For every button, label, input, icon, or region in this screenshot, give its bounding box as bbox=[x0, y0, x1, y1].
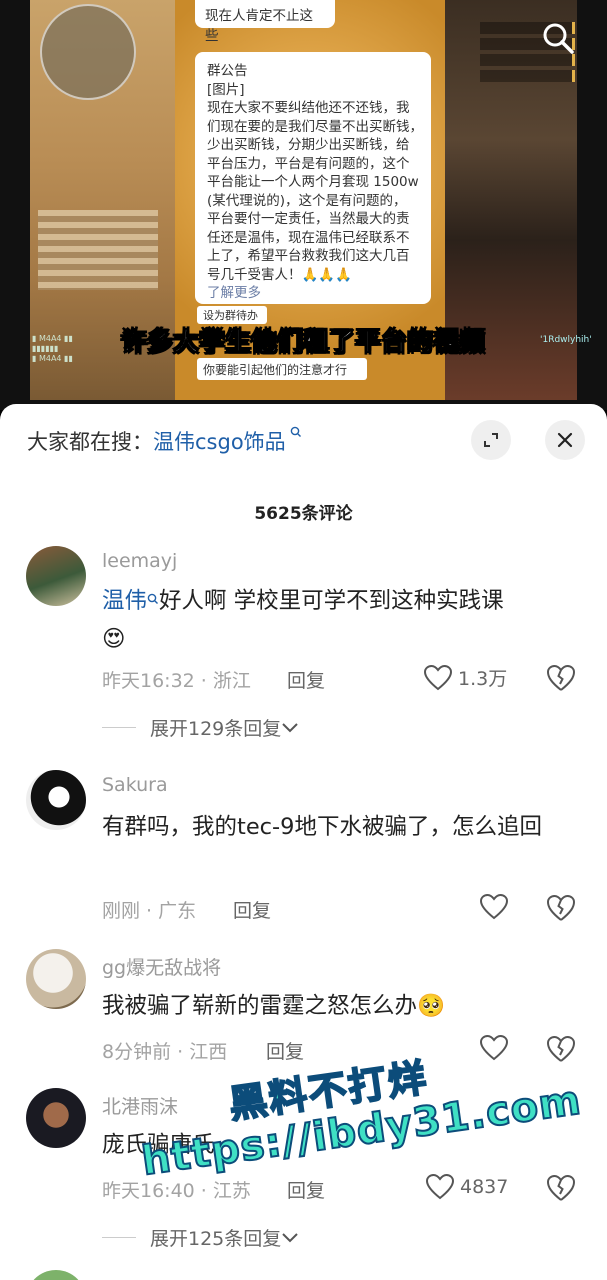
comment-username[interactable]: gg爆无敌战将 bbox=[102, 953, 221, 980]
dislike-button[interactable] bbox=[546, 1035, 576, 1065]
expand-button[interactable] bbox=[471, 420, 511, 460]
notice-line: 平台要付一定责任，当然最大的责 bbox=[207, 211, 410, 227]
group-notice: 群公告 [图片] 现在大家不要纠结他还不还钱，我 们现在要的是我们尽量不出买断钱… bbox=[195, 52, 431, 304]
broken-heart-icon bbox=[546, 664, 576, 691]
comment-meta: 刚刚 · 广东 bbox=[102, 900, 197, 922]
comment-text: 有群吗，我的tec-9地下水被骗了，怎么追回 bbox=[102, 814, 542, 840]
reply-button[interactable]: 回复 bbox=[287, 666, 325, 693]
notice-line: 少出买断钱，分期少出买断钱，给 bbox=[207, 137, 410, 153]
close-button[interactable] bbox=[545, 420, 585, 460]
notice-line: 任还是温伟，现在温伟已经联系不 bbox=[207, 229, 410, 246]
comment-username[interactable]: leemayj bbox=[102, 550, 177, 572]
broken-heart-icon bbox=[546, 894, 576, 921]
chat-bubble-bottom: 你要能引起他们的注意才行 bbox=[197, 358, 367, 380]
trending-search[interactable]: 大家都在搜：温伟csgo饰品 bbox=[27, 426, 302, 456]
dislike-button[interactable] bbox=[546, 1174, 576, 1204]
chat-bubble-top: 现在人肯定不止这些 bbox=[195, 0, 335, 44]
notice-line: 平台能让一个人两个月套现 1500w bbox=[207, 174, 419, 190]
broken-heart-icon bbox=[546, 1174, 576, 1201]
like-count: 1.3万 bbox=[458, 668, 508, 690]
avatar[interactable] bbox=[26, 949, 86, 1009]
dislike-button[interactable] bbox=[546, 664, 576, 694]
minimap bbox=[40, 4, 136, 100]
notice-line: 现在大家不要纠结他还不还钱，我 bbox=[207, 100, 410, 116]
like-button[interactable] bbox=[480, 894, 508, 920]
avatar[interactable] bbox=[26, 1088, 86, 1148]
chevron-down-icon bbox=[282, 722, 298, 732]
comment-text: 温伟 好人啊 学校里可学不到这种实践课 😍 bbox=[102, 588, 504, 652]
notice-line: 们现在要的是我们尽量不出买断钱， bbox=[207, 118, 423, 135]
close-icon bbox=[557, 432, 573, 448]
comment-text: 我被骗了崭新的雷霆之怒怎么办🥺 bbox=[102, 993, 446, 1019]
search-icon[interactable] bbox=[540, 20, 576, 56]
comment-meta: 8分钟前 · 江西 bbox=[102, 1041, 228, 1063]
like-count: 4837 bbox=[460, 1176, 509, 1198]
notice-line: 平台压力，平台是有问题的，这个 bbox=[207, 155, 410, 172]
notice-line: [图片] bbox=[207, 81, 245, 98]
comment-username[interactable]: Sakura bbox=[102, 774, 168, 796]
avatar[interactable] bbox=[26, 546, 86, 606]
chevron-down-icon bbox=[282, 1232, 298, 1242]
reply-button[interactable]: 回复 bbox=[287, 1176, 325, 1203]
search-prefix: 大家都在搜： bbox=[27, 430, 153, 454]
video-subtitle: 许多大学生他们租了平台的视频 bbox=[121, 327, 486, 357]
reply-button[interactable]: 回复 bbox=[266, 1037, 304, 1064]
search-small-icon bbox=[286, 426, 302, 442]
notice-more-link: 了解更多 bbox=[207, 285, 261, 301]
like-button[interactable]: 1.3万 bbox=[424, 664, 507, 691]
comment-username[interactable]: 北港雨沫 bbox=[102, 1092, 178, 1119]
game-stairs bbox=[38, 210, 158, 290]
dislike-button[interactable] bbox=[546, 894, 576, 924]
expand-icon bbox=[484, 433, 498, 447]
search-keyword[interactable]: 温伟csgo饰品 bbox=[153, 430, 286, 454]
mention-link[interactable]: 温伟 bbox=[102, 588, 147, 614]
expand-replies[interactable]: 展开125条回复 bbox=[102, 1224, 299, 1251]
notice-line: 上了，希望平台救救我们这大几百 bbox=[207, 248, 410, 264]
avatar[interactable] bbox=[26, 770, 86, 830]
comment-meta: 昨天16:32 · 浙江 bbox=[102, 670, 251, 692]
reply-button[interactable]: 回复 bbox=[233, 896, 271, 923]
like-button[interactable] bbox=[480, 1035, 508, 1061]
heart-icon bbox=[424, 664, 452, 690]
heart-icon bbox=[426, 1174, 454, 1200]
broken-heart-icon bbox=[546, 1035, 576, 1062]
emoji: 😍 bbox=[102, 626, 126, 652]
notice-line: (某代理说的)，这个是有问题的， bbox=[207, 192, 407, 209]
comment-count: 5625条评论 bbox=[254, 504, 353, 524]
like-button[interactable]: 4837 bbox=[426, 1174, 508, 1200]
heart-icon bbox=[480, 894, 508, 920]
notice-line: 群公告 bbox=[207, 63, 248, 79]
heart-icon bbox=[480, 1035, 508, 1061]
notice-line: 号几千受害人！🙏🙏🙏 bbox=[207, 266, 352, 283]
video-player[interactable]: ▮ M4A4 ▮▮ ▮▮▮▮▮▮ ▮ M4A4 ▮▮ 现在人肯定不止这些 群公告 [… bbox=[0, 0, 607, 410]
search-small-icon bbox=[147, 593, 159, 609]
avatar[interactable] bbox=[26, 1270, 86, 1280]
expand-replies[interactable]: 展开129条回复 bbox=[102, 714, 299, 741]
